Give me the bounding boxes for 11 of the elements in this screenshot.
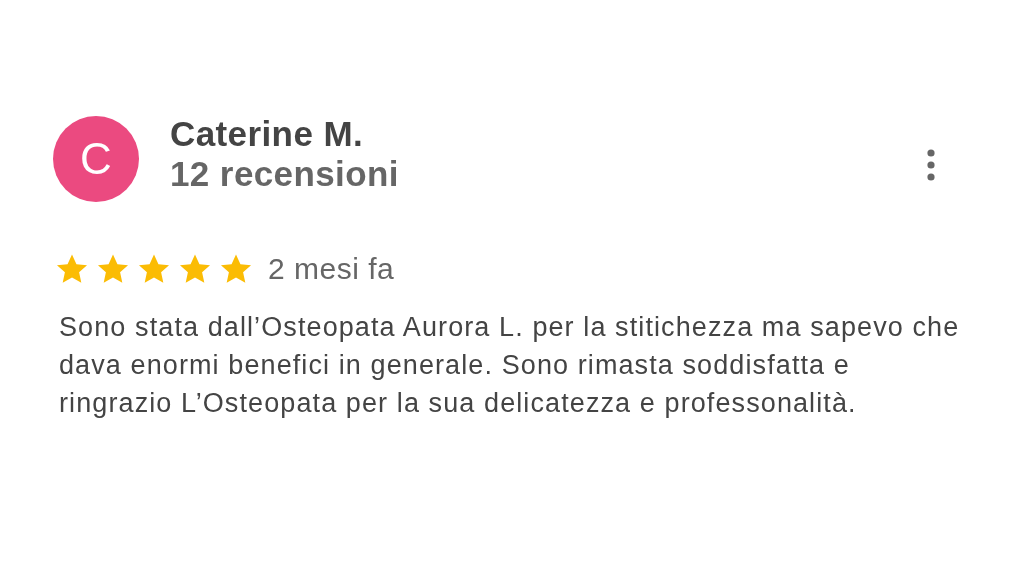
review-count: 12 recensioni [170, 154, 400, 194]
more-menu-icon[interactable] [926, 149, 936, 181]
review-text: Sono stata dall’Osteopata Aurora L. per la stitichezza ma sapevo che dava enormi benefici in generale. Sono rimasta soddisfatta e ringrazio L’Osteopata per la sua delicatezza e professonalità. [59, 311, 961, 420]
star-icon [219, 253, 253, 285]
author-name: Caterine M. [170, 114, 365, 154]
star-icon [178, 253, 212, 285]
review-date: 2 mesi fa [268, 252, 395, 286]
avatar: C [53, 116, 139, 202]
star-icon [55, 253, 89, 285]
star-icon [96, 253, 130, 285]
star-icon [137, 253, 171, 285]
